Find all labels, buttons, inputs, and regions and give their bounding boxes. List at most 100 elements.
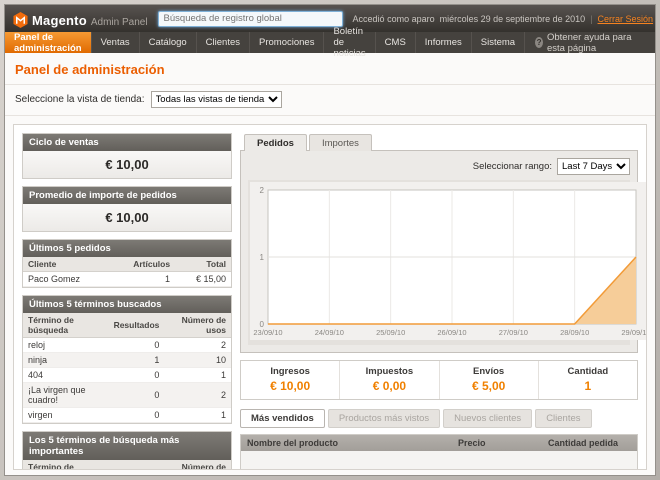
help-link[interactable]: ? Obtener ayuda para esta página — [525, 32, 655, 53]
table-header-row: Cliente Artículos Total — [23, 257, 231, 272]
grid-empty-message: No se encontraron registros. — [241, 451, 637, 470]
table-header-row: Término de búsqueda Resultados Número de… — [23, 460, 231, 470]
last-search-table: Término de búsqueda Resultados Número de… — [23, 313, 231, 423]
help-label: Obtener ayuda para esta página — [547, 32, 645, 54]
nav-item-dashboard[interactable]: Panel de administración — [5, 32, 92, 53]
search-results: 1 — [109, 353, 165, 368]
order-row[interactable]: Paco Gomez 1 € 15,00 — [23, 272, 231, 287]
help-icon: ? — [535, 37, 543, 48]
nav-item-promociones[interactable]: Promociones — [250, 32, 324, 53]
svg-text:27/09/10: 27/09/10 — [499, 328, 528, 337]
logo-text: Magento — [32, 13, 87, 28]
box-title: Últimos 5 términos buscados — [23, 296, 231, 313]
tab-pedidos[interactable]: Pedidos — [244, 134, 307, 151]
column-header: Artículos — [110, 257, 175, 272]
order-items: 1 — [110, 272, 175, 287]
nav-item-ventas[interactable]: Ventas — [92, 32, 140, 53]
search-term-row[interactable]: ¡La virgen que cuadro! 0 2 — [23, 383, 231, 408]
bestsellers-grid: Nombre del producto Precio Cantidad pedi… — [240, 434, 638, 470]
nav-item-informes[interactable]: Informes — [416, 32, 472, 53]
store-switcher-label: Seleccione la vista de tienda: — [15, 94, 145, 105]
global-search-input[interactable] — [158, 11, 343, 27]
nav-item-cms[interactable]: CMS — [376, 32, 416, 53]
search-uses: 2 — [164, 338, 231, 353]
search-term: virgen — [23, 408, 109, 423]
search-results: 0 — [109, 338, 165, 353]
search-uses: 1 — [164, 368, 231, 383]
header-meta: Accedió como aparo miércoles 29 de septi… — [353, 14, 654, 24]
chart-tabs: Pedidos Importes — [240, 133, 638, 151]
range-select[interactable]: Last 7 Days — [557, 158, 630, 175]
box-title: Los 5 términos de búsqueda más important… — [23, 432, 231, 460]
page-title: Panel de administración — [5, 53, 655, 85]
totals-bar: Ingresos € 10,00 Impuestos € 0,00 Envíos… — [240, 360, 638, 400]
tab-productos-mas-vistos[interactable]: Productos más vistos — [328, 409, 440, 428]
dashboard-left-column: Ciclo de ventas € 10,00 Promedio de impo… — [22, 133, 232, 461]
nav-item-sistema[interactable]: Sistema — [472, 32, 525, 53]
stat-impuestos: Impuestos € 0,00 — [339, 361, 438, 399]
column-header: Término de búsqueda — [23, 460, 109, 470]
chart-wrap: 23/09/1024/09/1025/09/1026/09/1027/09/10… — [248, 180, 630, 345]
box-title: Últimos 5 pedidos — [23, 240, 231, 257]
nav-item-clientes[interactable]: Clientes — [197, 32, 250, 53]
svg-text:26/09/10: 26/09/10 — [437, 328, 466, 337]
average-orders-value: € 10,00 — [23, 204, 231, 231]
store-switcher: Seleccione la vista de tienda: Todas las… — [5, 85, 655, 116]
column-header: Total — [175, 257, 231, 272]
stat-cantidad: Cantidad 1 — [538, 361, 637, 399]
search-term-row[interactable]: 404 0 1 — [23, 368, 231, 383]
box-title: Ciclo de ventas — [23, 134, 231, 151]
stat-value: € 0,00 — [342, 379, 436, 393]
order-total: € 15,00 — [175, 272, 231, 287]
column-header: Precio — [452, 435, 542, 451]
svg-text:2: 2 — [260, 186, 265, 195]
chart-pane: Seleccionar rango: Last 7 Days 23/09/102… — [240, 151, 638, 353]
search-term: ¡La virgen que cuadro! — [23, 383, 109, 408]
nav-list: Panel de administración Ventas Catálogo … — [5, 32, 525, 53]
column-header: Número de usos — [164, 460, 231, 470]
svg-text:1: 1 — [260, 253, 265, 262]
table-header-row: Término de búsqueda Resultados Número de… — [23, 313, 231, 338]
stat-value: 1 — [541, 379, 635, 393]
search-term-row[interactable]: ninja 1 10 — [23, 353, 231, 368]
search-uses: 2 — [164, 383, 231, 408]
search-term: 404 — [23, 368, 109, 383]
stat-label: Envíos — [442, 366, 536, 377]
svg-text:25/09/10: 25/09/10 — [376, 328, 405, 337]
logged-in-as: Accedió como aparo — [353, 14, 435, 24]
logo-subtext: Admin Panel — [91, 17, 148, 28]
stat-label: Ingresos — [243, 366, 337, 377]
search-term-row[interactable]: reloj 0 2 — [23, 338, 231, 353]
tab-mas-vendidos[interactable]: Más vendidos — [240, 409, 325, 428]
last-search-box: Últimos 5 términos buscados Término de b… — [22, 295, 232, 424]
column-header: Cantidad pedida — [542, 435, 637, 451]
stat-label: Cantidad — [541, 366, 635, 377]
nav-item-boletin[interactable]: Boletín de noticias — [324, 32, 375, 53]
search-term: reloj — [23, 338, 109, 353]
logout-link[interactable]: Cerrar Sesión — [598, 14, 654, 24]
search-term-row[interactable]: virgen 0 1 — [23, 408, 231, 423]
column-header: Nombre del producto — [241, 435, 452, 451]
stat-value: € 10,00 — [243, 379, 337, 393]
top-search-box: Los 5 términos de búsqueda más important… — [22, 431, 232, 470]
store-view-select[interactable]: Todas las vistas de tienda — [151, 91, 282, 108]
tab-importes[interactable]: Importes — [309, 134, 372, 151]
tab-nuevos-clientes[interactable]: Nuevos clientes — [443, 409, 532, 428]
column-header: Término de búsqueda — [23, 313, 109, 338]
search-results: 0 — [109, 408, 165, 423]
svg-text:24/09/10: 24/09/10 — [315, 328, 344, 337]
tab-clientes[interactable]: Clientes — [535, 409, 591, 428]
stat-value: € 5,00 — [442, 379, 536, 393]
content-area: Panel de administración Seleccione la vi… — [5, 53, 655, 476]
stat-ingresos: Ingresos € 10,00 — [241, 361, 339, 399]
column-header: Resultados — [109, 460, 165, 470]
nav-item-catalogo[interactable]: Catálogo — [140, 32, 197, 53]
magento-logo: Magento Admin Panel — [13, 9, 148, 28]
meta-separator: | — [590, 14, 592, 24]
dashboard-right-column: Pedidos Importes Seleccionar rango: Last… — [240, 133, 638, 461]
main-nav: Panel de administración Ventas Catálogo … — [5, 32, 655, 53]
lifetime-sales-box: Ciclo de ventas € 10,00 — [22, 133, 232, 179]
column-header: Número de usos — [164, 313, 231, 338]
magento-logo-icon — [13, 12, 28, 28]
bottom-tabs: Más vendidos Productos más vistos Nuevos… — [240, 409, 638, 428]
